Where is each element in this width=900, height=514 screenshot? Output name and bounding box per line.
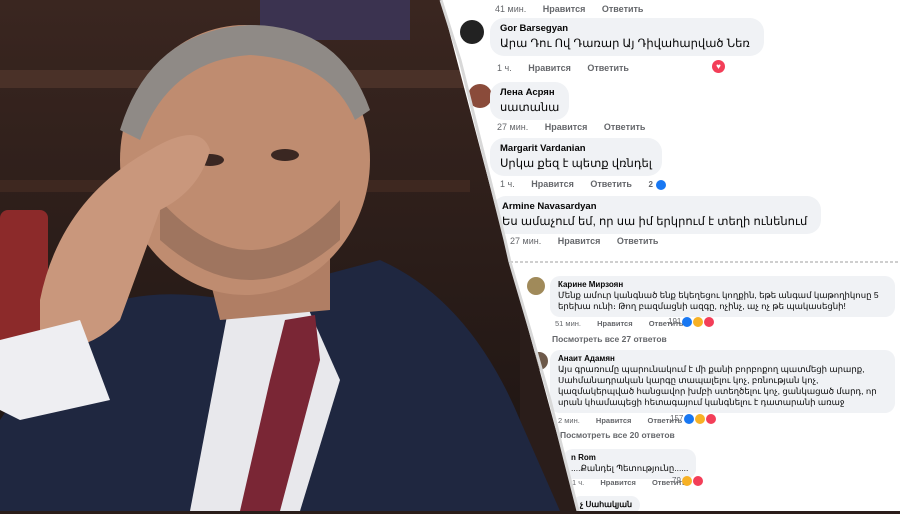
torn-edge-decoration [439, 0, 900, 511]
